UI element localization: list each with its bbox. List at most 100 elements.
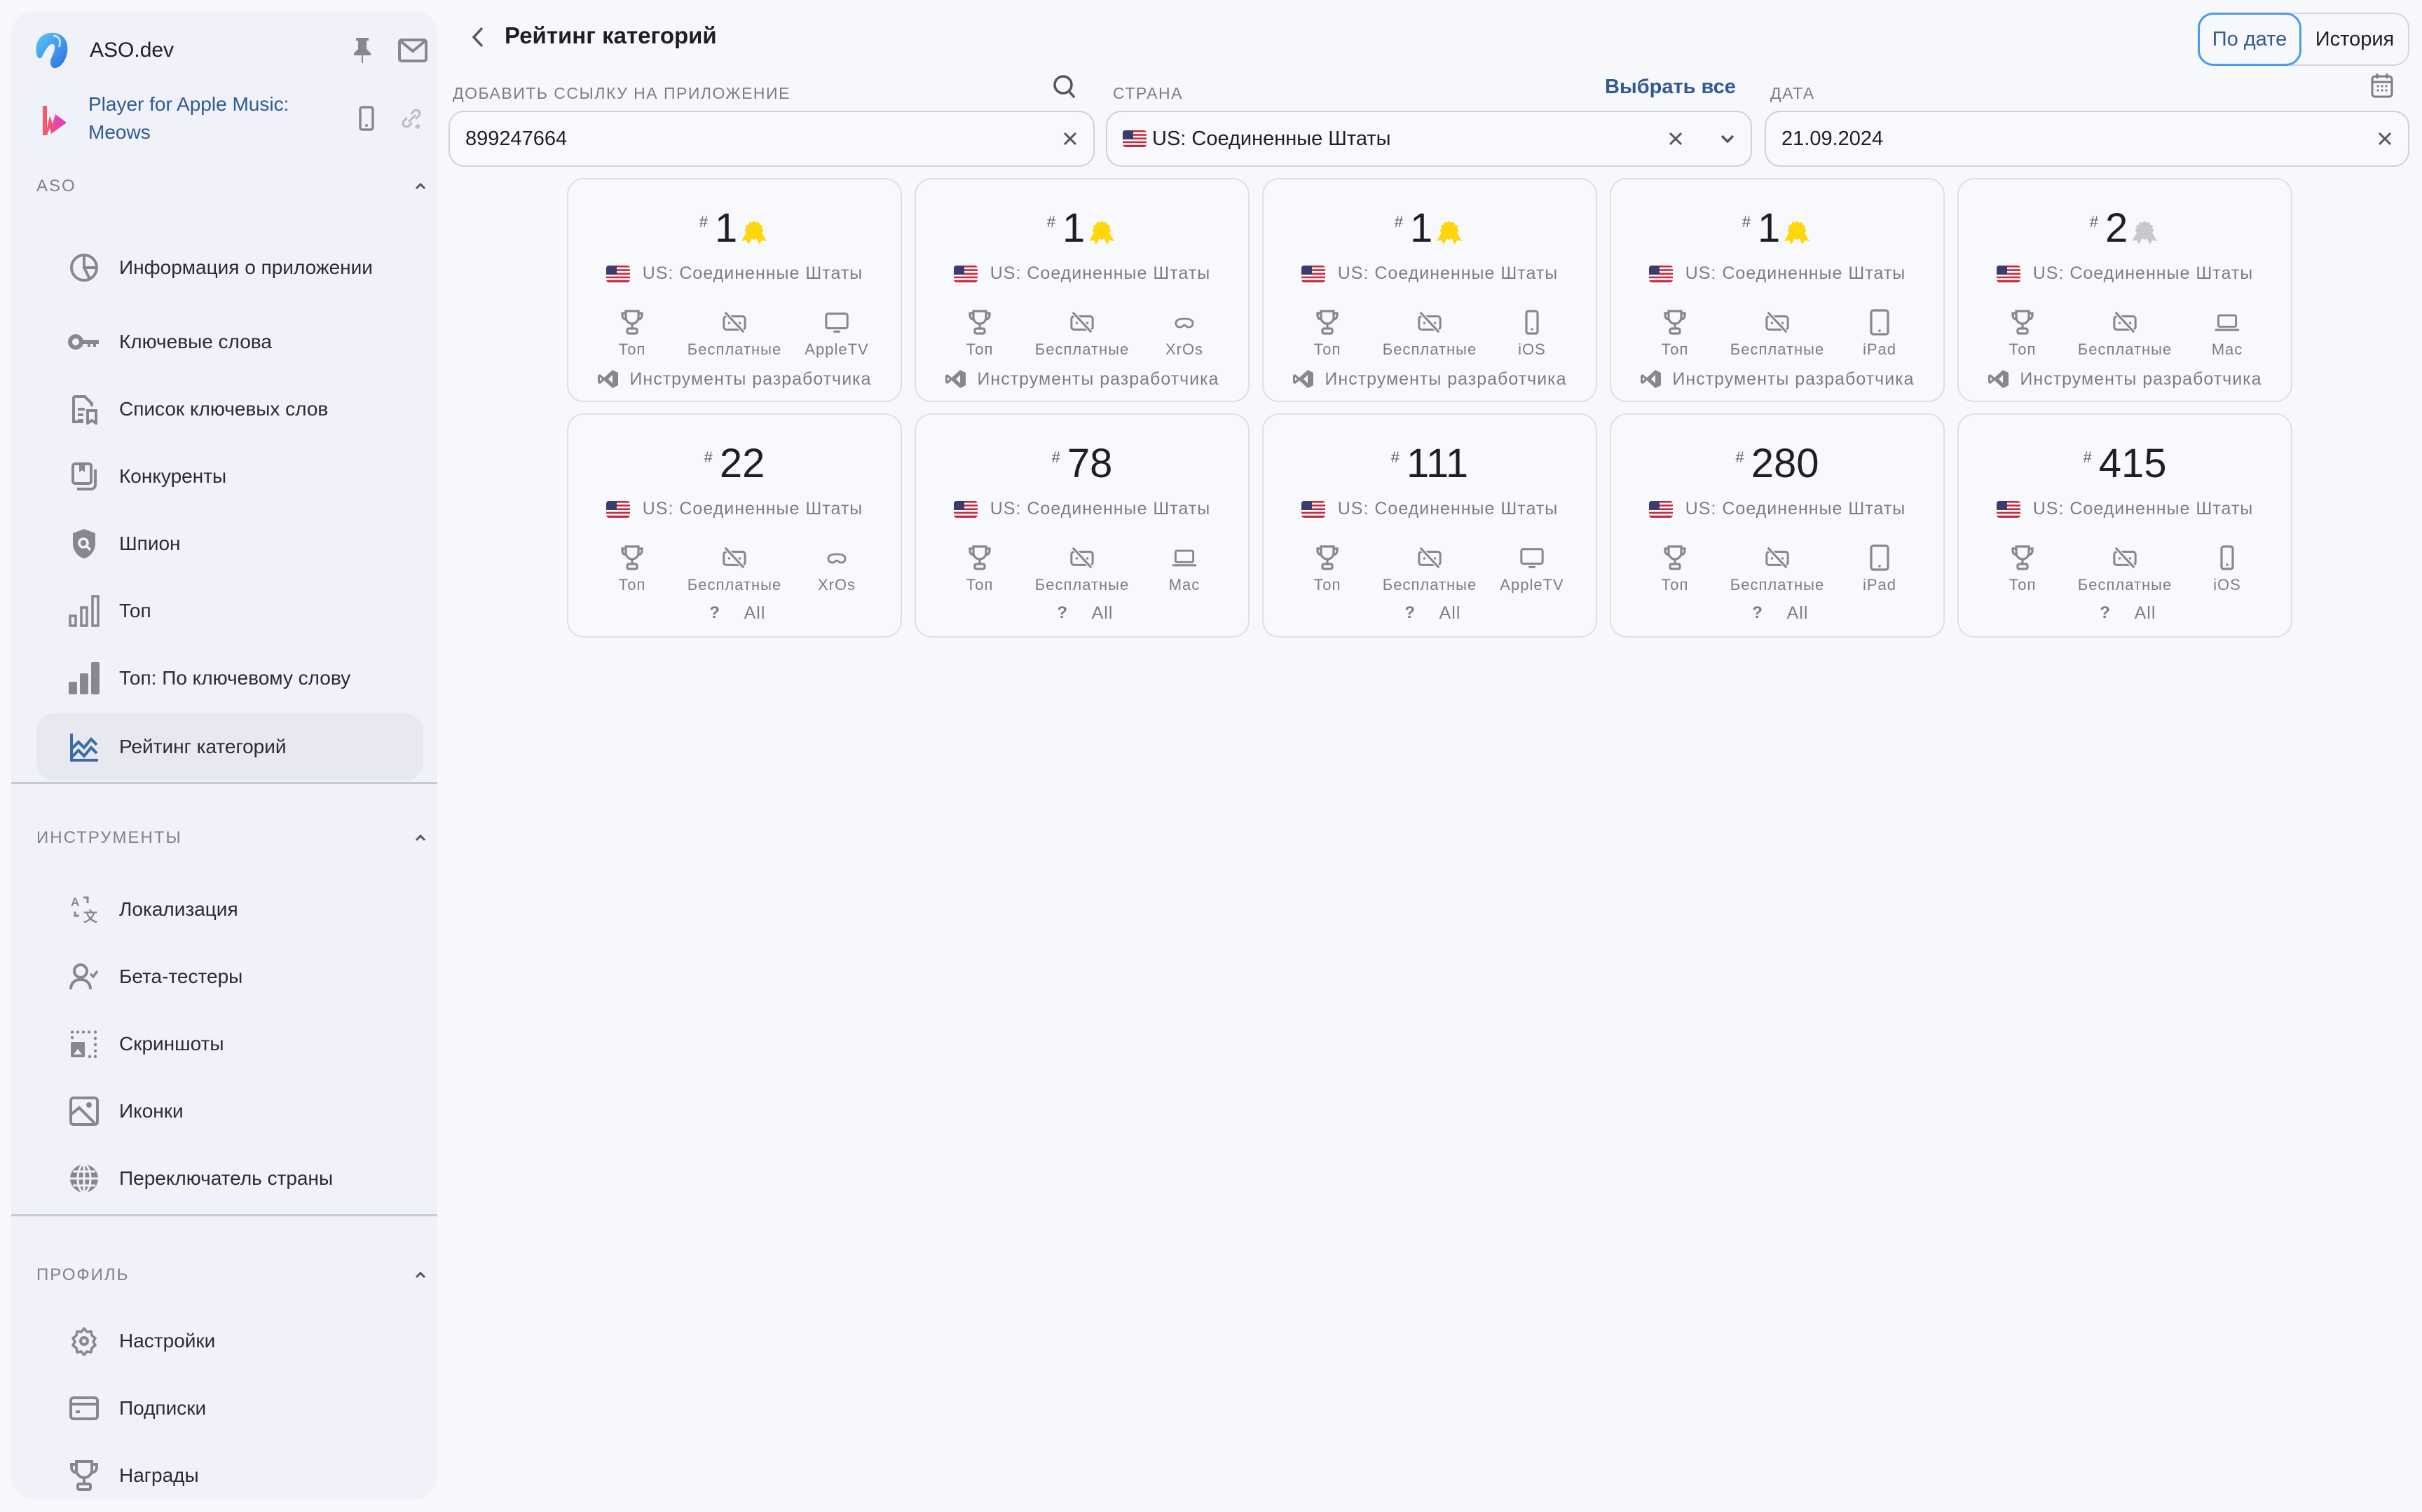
hash-symbol: # bbox=[1394, 213, 1403, 231]
back-button[interactable] bbox=[464, 21, 492, 53]
sidebar-item-settings[interactable]: Настройки bbox=[36, 1307, 423, 1375]
trophy-icon bbox=[620, 545, 645, 570]
chevron-up-icon[interactable] bbox=[412, 1267, 429, 1284]
calendar-icon[interactable] bbox=[2371, 73, 2393, 98]
card-attributes: Топ Бесплатные iOS bbox=[1959, 545, 2291, 594]
ranking-card[interactable]: #111 US: Соединенные Штаты Топ Бесплатные Ap… bbox=[1262, 413, 1597, 638]
phone-icon[interactable] bbox=[359, 106, 374, 131]
sidebar-item-category-ranking[interactable]: Рейтинг категорий bbox=[36, 713, 423, 781]
app-name[interactable]: Player for Apple Music: Meows bbox=[88, 90, 327, 146]
card-attributes: Топ Бесплатные iPad bbox=[1611, 544, 1943, 594]
attr-platform: iPad bbox=[1828, 309, 1931, 359]
attr-label: iOS bbox=[1518, 341, 1546, 358]
key-icon bbox=[67, 325, 101, 359]
question-icon: ? bbox=[1057, 603, 1067, 622]
gold-medal-icon bbox=[1086, 216, 1117, 247]
sidebar-item-top-by-keyword[interactable]: Топ: По ключевому слову bbox=[36, 645, 423, 712]
attr-label: Топ bbox=[1661, 341, 1689, 358]
app-link-input[interactable]: 899247664 bbox=[449, 111, 1095, 167]
country-text: US: Соединенные Штаты bbox=[1685, 263, 1906, 283]
image-icon bbox=[67, 1094, 101, 1128]
country-text: US: Соединенные Штаты bbox=[1337, 263, 1559, 283]
gold-medal-icon bbox=[1434, 216, 1465, 247]
sidebar-item-app-info[interactable]: Информация о приложении bbox=[36, 234, 423, 301]
sidebar-item-screenshots[interactable]: Скриншоты bbox=[36, 1010, 423, 1078]
sidebar-item-icons[interactable]: Иконки bbox=[36, 1078, 423, 1145]
credit-card-icon bbox=[67, 1391, 101, 1425]
category-text: Инструменты разработчика bbox=[2020, 369, 2262, 389]
ranking-card[interactable]: #78 US: Соединенные Штаты Топ Бесплатные Mac… bbox=[915, 413, 1250, 638]
rank-line: #1 bbox=[1611, 200, 1943, 249]
chevron-up-icon[interactable] bbox=[412, 830, 429, 846]
attr-price: Бесплатные bbox=[1031, 545, 1133, 594]
card-country: US: Соединенные Штаты bbox=[1959, 499, 2291, 519]
sidebar-item-beta-testers[interactable]: Бета-тестеры bbox=[36, 943, 423, 1010]
close-icon bbox=[1063, 132, 1077, 146]
pin-icon[interactable] bbox=[352, 36, 373, 64]
select-all-button[interactable]: Выбрать все bbox=[1605, 76, 1736, 99]
dev-tools-icon bbox=[1987, 369, 2010, 390]
rank-line: #280 bbox=[1611, 436, 1943, 485]
ranking-card[interactable]: #1 US: Соединенные Штаты Топ Бесплатные XrOs… bbox=[915, 178, 1250, 402]
country-select[interactable]: US: Соединенные Штаты bbox=[1106, 111, 1752, 167]
chevron-up-icon[interactable] bbox=[412, 178, 429, 195]
link-add-icon[interactable] bbox=[401, 107, 422, 130]
attr-chart: Топ bbox=[1971, 545, 2074, 594]
ranking-card[interactable]: #280 US: Соединенные Штаты Топ Бесплатные iP… bbox=[1610, 413, 1945, 638]
clear-app-link-button[interactable] bbox=[1062, 131, 1078, 146]
free-icon bbox=[2112, 310, 2137, 335]
aso-dev-logo[interactable] bbox=[35, 32, 70, 69]
category-text: Инструменты разработчика bbox=[977, 369, 1219, 389]
nav-label: Иконки bbox=[119, 1100, 184, 1122]
app-link-value: 899247664 bbox=[465, 127, 568, 150]
hash-symbol: # bbox=[1742, 213, 1751, 231]
sidebar-item-keywords[interactable]: Ключевые слова bbox=[36, 308, 423, 376]
card-category: Инструменты разработчика bbox=[1611, 369, 1943, 390]
attr-label: Бесплатные bbox=[1382, 341, 1477, 358]
clear-date-button[interactable] bbox=[2377, 131, 2393, 146]
date-input[interactable]: 21.09.2024 bbox=[1765, 111, 2409, 167]
card-attributes: Топ Бесплатные iOS bbox=[1264, 310, 1596, 359]
attr-platform: iOS bbox=[1481, 310, 1583, 359]
mail-icon[interactable] bbox=[398, 39, 427, 62]
us-flag-icon bbox=[606, 500, 630, 518]
sidebar-item-awards[interactable]: Награды bbox=[36, 1442, 423, 1509]
sidebar-item-spy[interactable]: Шпион bbox=[36, 510, 423, 577]
current-app[interactable]: Player for Apple Music: Meows bbox=[31, 90, 430, 147]
sidebar-item-competitors[interactable]: Конкуренты bbox=[36, 443, 423, 510]
toggle-history[interactable]: История bbox=[2301, 14, 2408, 64]
sidebar-item-keyword-list[interactable]: Список ключевых слов bbox=[36, 376, 423, 443]
section-title: ASO bbox=[36, 177, 76, 195]
ranking-card[interactable]: #1 US: Соединенные Штаты Топ Бесплатные iPad… bbox=[1610, 178, 1945, 402]
card-country: US: Соединенные Штаты bbox=[916, 499, 1248, 519]
section-aso-header[interactable]: ASO bbox=[36, 172, 429, 200]
line-chart-icon bbox=[67, 730, 101, 764]
sidebar-divider bbox=[11, 782, 437, 784]
clear-country-button[interactable] bbox=[1668, 131, 1683, 146]
hash-symbol: # bbox=[699, 213, 708, 231]
hash-symbol: # bbox=[1046, 213, 1055, 231]
question-icon: ? bbox=[2100, 603, 2110, 622]
search-icon[interactable] bbox=[1053, 74, 1076, 99]
section-tools-header[interactable]: ИНСТРУМЕНТЫ bbox=[36, 824, 429, 852]
ranking-card[interactable]: #1 US: Соединенные Штаты Топ Бесплатные iOS И… bbox=[1262, 178, 1597, 402]
vision-headset-icon bbox=[824, 545, 849, 570]
us-flag-icon bbox=[606, 265, 630, 282]
ranking-card[interactable]: #2 US: Соединенные Штаты Топ Бесплатные Mac И… bbox=[1957, 178, 2292, 402]
sidebar-item-country-switcher[interactable]: Переключатель страны bbox=[36, 1145, 423, 1212]
toggle-by-date[interactable]: По дате bbox=[2198, 13, 2301, 66]
section-profile-header[interactable]: ПРОФИЛЬ bbox=[36, 1261, 429, 1289]
app-icon bbox=[31, 91, 77, 146]
sidebar-item-subscriptions[interactable]: Подписки bbox=[36, 1375, 423, 1442]
sidebar-item-localization[interactable]: A文 Локализация bbox=[36, 876, 423, 943]
sidebar-item-top[interactable]: Топ bbox=[36, 577, 423, 645]
country-value: US: Соединенные Штаты bbox=[1152, 127, 1391, 150]
nav-label: Награды bbox=[119, 1464, 199, 1486]
gear-icon bbox=[67, 1324, 101, 1358]
ranking-card[interactable]: #22 US: Соединенные Штаты Топ Бесплатные XrO… bbox=[567, 413, 902, 638]
ranking-card[interactable]: #415 US: Соединенные Штаты Топ Бесплатные iO… bbox=[1957, 413, 2292, 638]
attr-label: Бесплатные bbox=[1034, 576, 1130, 593]
attr-chart: Топ bbox=[1624, 545, 1726, 594]
country-dropdown-button[interactable] bbox=[1720, 134, 1735, 144]
ranking-card[interactable]: #1 US: Соединенные Штаты Топ Бесплатные Appl… bbox=[567, 178, 902, 402]
